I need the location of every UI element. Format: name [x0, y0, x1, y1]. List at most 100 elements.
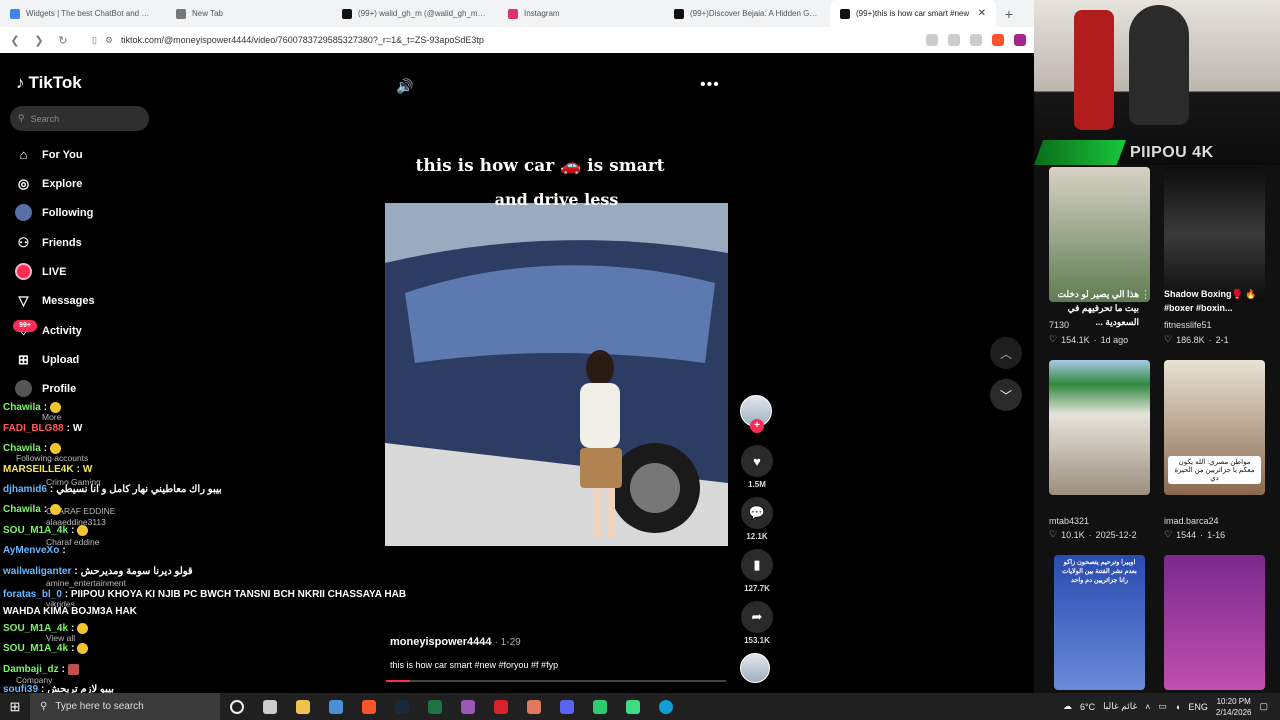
volume-icon[interactable]: ◖ — [1175, 702, 1180, 712]
video-user[interactable]: mtab4321 — [1049, 516, 1089, 526]
extension-icon[interactable] — [926, 34, 938, 46]
prev-video-button[interactable]: ︿ — [990, 337, 1022, 369]
share-arrow-icon[interactable]: ➦ — [741, 601, 773, 633]
creator-avatar-wrap[interactable]: + — [740, 395, 774, 435]
tiktok-icon — [840, 8, 850, 19]
nav-item-messages[interactable]: ▽ Messages — [15, 292, 95, 309]
share-action[interactable]: ➦ 153.1K — [740, 601, 774, 645]
nav-item-upload[interactable]: ⊞ Upload — [15, 351, 79, 368]
nav-item-friends[interactable]: ⚇ Friends — [15, 234, 82, 251]
weather-icon[interactable]: ☁ — [1063, 701, 1072, 712]
video-author[interactable]: moneyispower4444 · 1-29 — [390, 636, 521, 648]
video-caption-line1: this is how car 🚗 is smart — [415, 156, 665, 176]
bookmark-icon[interactable]: ▮ — [741, 549, 773, 581]
app-icon[interactable] — [526, 699, 541, 714]
comment-action[interactable]: 💬 12.1K — [740, 497, 774, 541]
share-count: 153.1K — [744, 636, 770, 645]
video-thumbnail[interactable]: مواطن مصري: الله يكون معكم يا جزائريين م… — [1164, 360, 1265, 495]
extension-icon[interactable] — [948, 34, 960, 46]
share-icon[interactable] — [970, 34, 982, 46]
video-menu-icon[interactable]: ⋮ — [1140, 288, 1151, 301]
chevron-up-icon[interactable]: ˄ — [1145, 702, 1150, 712]
nav-item-live[interactable]: LIVE — [15, 263, 66, 280]
streamer-webcam: PIIPOU 4K — [1034, 0, 1280, 165]
video-thumbnail[interactable] — [1164, 167, 1265, 302]
brave-shield-icon[interactable] — [992, 34, 1004, 46]
acrobat-icon[interactable] — [493, 699, 508, 714]
browser-tab[interactable]: New Tab — [166, 0, 332, 27]
play-icon[interactable] — [625, 699, 640, 714]
like-action[interactable]: ♥ 1.5M — [740, 445, 774, 489]
nav-item-following[interactable]: Following — [15, 204, 93, 221]
nav-item-for-you[interactable]: ⌂ For You — [15, 146, 83, 163]
weather-text[interactable]: غائم غالبا — [1103, 701, 1137, 712]
nav-item-explore[interactable]: ◎ Explore — [15, 175, 83, 192]
excel-icon[interactable] — [427, 699, 442, 714]
messages-icon: ▽ — [18, 292, 29, 308]
author-name[interactable]: moneyispower4444 — [390, 636, 492, 648]
emoji-icon — [50, 443, 62, 454]
cortana-icon[interactable] — [229, 699, 244, 714]
video-thumbnail[interactable] — [1049, 167, 1150, 302]
reload-icon[interactable]: ↻ — [56, 34, 70, 47]
browser-tab-active[interactable]: (99+)this is how car smart #new ✕ — [830, 0, 996, 27]
forward-icon[interactable]: ❯ — [32, 34, 46, 47]
tiktok-logo[interactable]: ♪ TikTok — [16, 73, 82, 93]
edge-icon[interactable] — [658, 699, 673, 714]
chat-username: Dambaji_dz — [3, 664, 59, 675]
network-icon[interactable]: ▭ — [1158, 701, 1167, 712]
video-progress-bar[interactable] — [386, 680, 726, 682]
chat-line: wailwaliganter: قولو ديرنا سومة ومديرحش — [3, 566, 193, 577]
video-player[interactable] — [385, 203, 728, 546]
video-thumbnail[interactable]: اوبيرا وترحيم يتصحون زاكو بعدم نشر الفتن… — [1054, 555, 1145, 690]
browser-tab[interactable]: Instagram — [498, 0, 664, 27]
file-explorer-icon[interactable] — [295, 699, 310, 714]
sound-disc[interactable] — [740, 653, 774, 683]
streamer — [1129, 5, 1189, 125]
site-info-icon[interactable]: ⚙ — [105, 35, 113, 46]
browser-tab[interactable]: (99+)Discover Bejaia: A Hidden Gem — [664, 0, 830, 27]
browser-tab[interactable]: (99+) walid_gh_m (@walid_gh_m) 's video — [332, 0, 498, 27]
clock[interactable]: 10:20 PM 2/14/2026 — [1216, 696, 1252, 718]
browser-tab[interactable]: Widgets | The best ChatBot and Widget — [0, 0, 166, 27]
search-input[interactable]: ⚲ Search — [10, 106, 149, 131]
capcut-icon[interactable] — [460, 699, 475, 714]
app-icon[interactable] — [592, 699, 607, 714]
weather-temp[interactable]: 6°C — [1080, 702, 1095, 712]
taskbar-search[interactable]: ⚲ Type here to search — [30, 693, 220, 720]
discord-icon[interactable] — [559, 699, 574, 714]
video-user[interactable]: imad.barca24 — [1164, 516, 1219, 526]
windows-start-icon[interactable]: ⊞ — [0, 699, 30, 715]
notifications-icon[interactable]: ▢ — [1259, 701, 1268, 712]
chat-username: Chawila — [3, 443, 41, 454]
brave-browser-icon[interactable] — [361, 699, 376, 714]
follow-plus-icon[interactable]: + — [750, 419, 764, 433]
more-options-icon[interactable]: ••• — [700, 76, 720, 94]
bookmark-icon[interactable]: ▯ — [92, 35, 97, 46]
volume-icon[interactable]: 🔊 — [396, 78, 413, 95]
save-action[interactable]: ▮ 127.7K — [740, 549, 774, 593]
task-view-icon[interactable] — [262, 699, 277, 714]
video-thumbnail[interactable] — [1164, 555, 1265, 690]
comment-icon[interactable]: 💬 — [741, 497, 773, 529]
close-tab-icon[interactable]: ✕ — [978, 8, 986, 19]
address-bar[interactable]: ▯ ⚙ tiktok.com/@moneyispower4444/video/7… — [80, 30, 916, 50]
video-user[interactable]: 7130 — [1049, 320, 1069, 330]
emoji-icon — [50, 402, 62, 413]
emoji-icon — [50, 504, 62, 515]
video-thumbnail[interactable] — [1049, 360, 1150, 495]
brave-rewards-icon[interactable] — [1014, 34, 1026, 46]
thumbnail-caption: مواطن مصري: الله يكون معكم يا جزائريين م… — [1168, 456, 1261, 484]
new-tab-button[interactable]: + — [996, 6, 1022, 22]
video-title[interactable]: Shadow Boxing🥊 🔥#boxer #boxin... — [1164, 287, 1264, 315]
steam-icon[interactable] — [394, 699, 409, 714]
next-video-button[interactable]: ﹀ — [990, 379, 1022, 411]
music-disc-icon[interactable] — [740, 653, 770, 683]
chat-username: Chawila — [3, 504, 41, 515]
back-icon[interactable]: ❮ — [8, 34, 22, 47]
video-user[interactable]: fitnesslife51 — [1164, 320, 1212, 330]
lang-indicator[interactable]: ENG — [1188, 702, 1208, 712]
nav-item-profile[interactable]: Profile — [15, 380, 76, 397]
app-icon[interactable] — [328, 699, 343, 714]
heart-icon[interactable]: ♥ — [741, 445, 773, 477]
